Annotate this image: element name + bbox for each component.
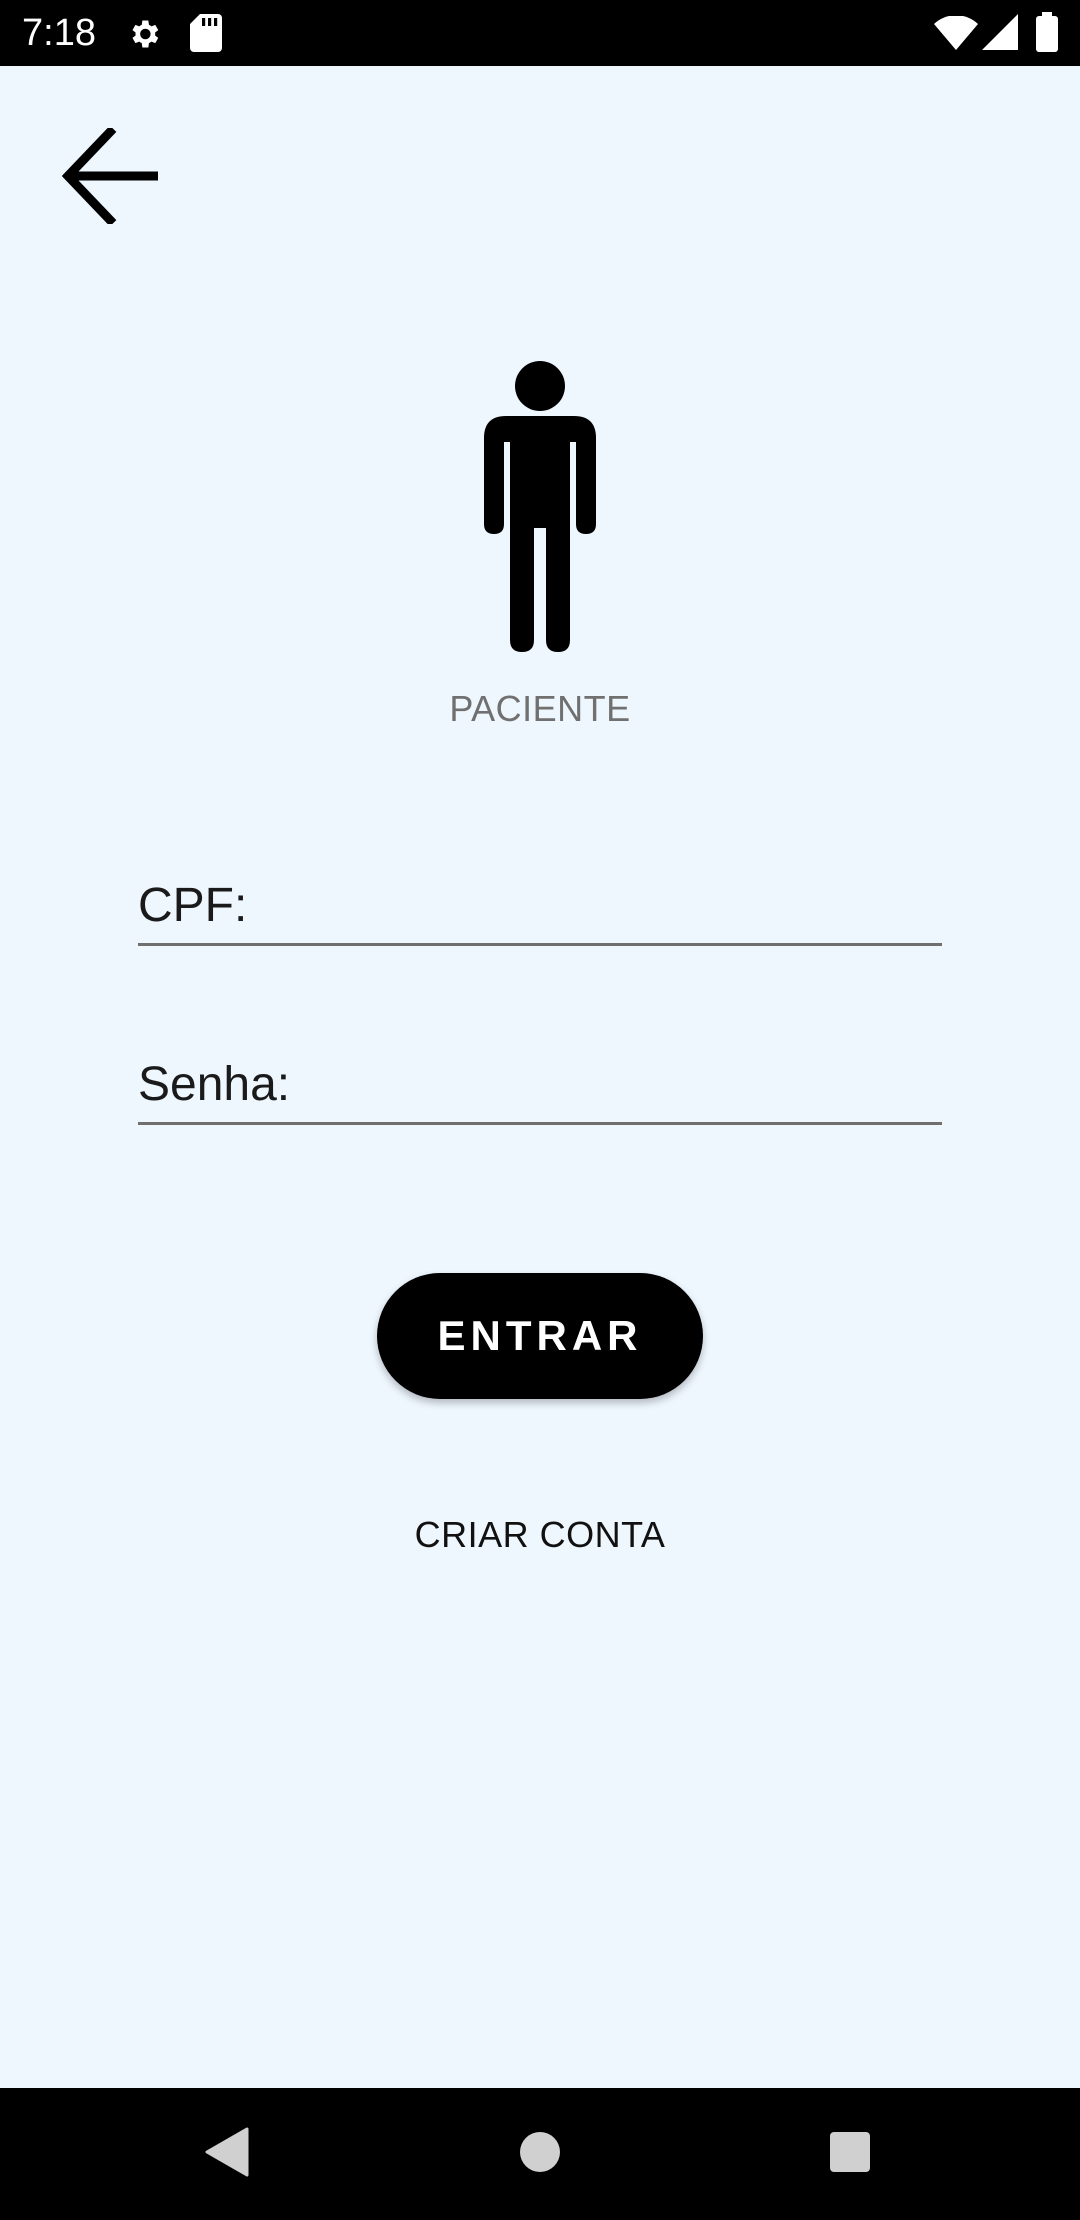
password-input[interactable] [138,1052,942,1116]
status-bar: 7:18 [0,0,1080,66]
settings-icon [126,16,162,57]
arrow-left-icon [61,125,162,229]
person-icon [470,356,610,656]
sd-card-icon [190,14,222,57]
password-field[interactable] [138,1045,942,1125]
create-account-link[interactable]: CRIAR CONTA [0,1510,1080,1560]
status-time: 7:18 [22,12,96,54]
recents-square-icon [828,2130,872,2179]
nav-recents-button[interactable] [814,2118,886,2190]
nav-home-button[interactable] [504,2118,576,2190]
signal-icon [982,14,1018,55]
login-button-label: ENTRAR [437,1312,643,1359]
cpf-field[interactable] [138,866,942,946]
login-button[interactable]: ENTRAR [377,1273,703,1399]
role-label: PACIENTE [449,688,631,729]
cpf-input[interactable] [138,873,942,937]
wifi-icon [934,15,978,55]
nav-back-button[interactable] [190,2118,262,2190]
back-triangle-icon [203,2127,249,2182]
navigation-bar [0,2088,1080,2220]
home-circle-icon [518,2130,562,2179]
battery-icon [1036,12,1058,57]
back-button[interactable] [52,118,172,238]
